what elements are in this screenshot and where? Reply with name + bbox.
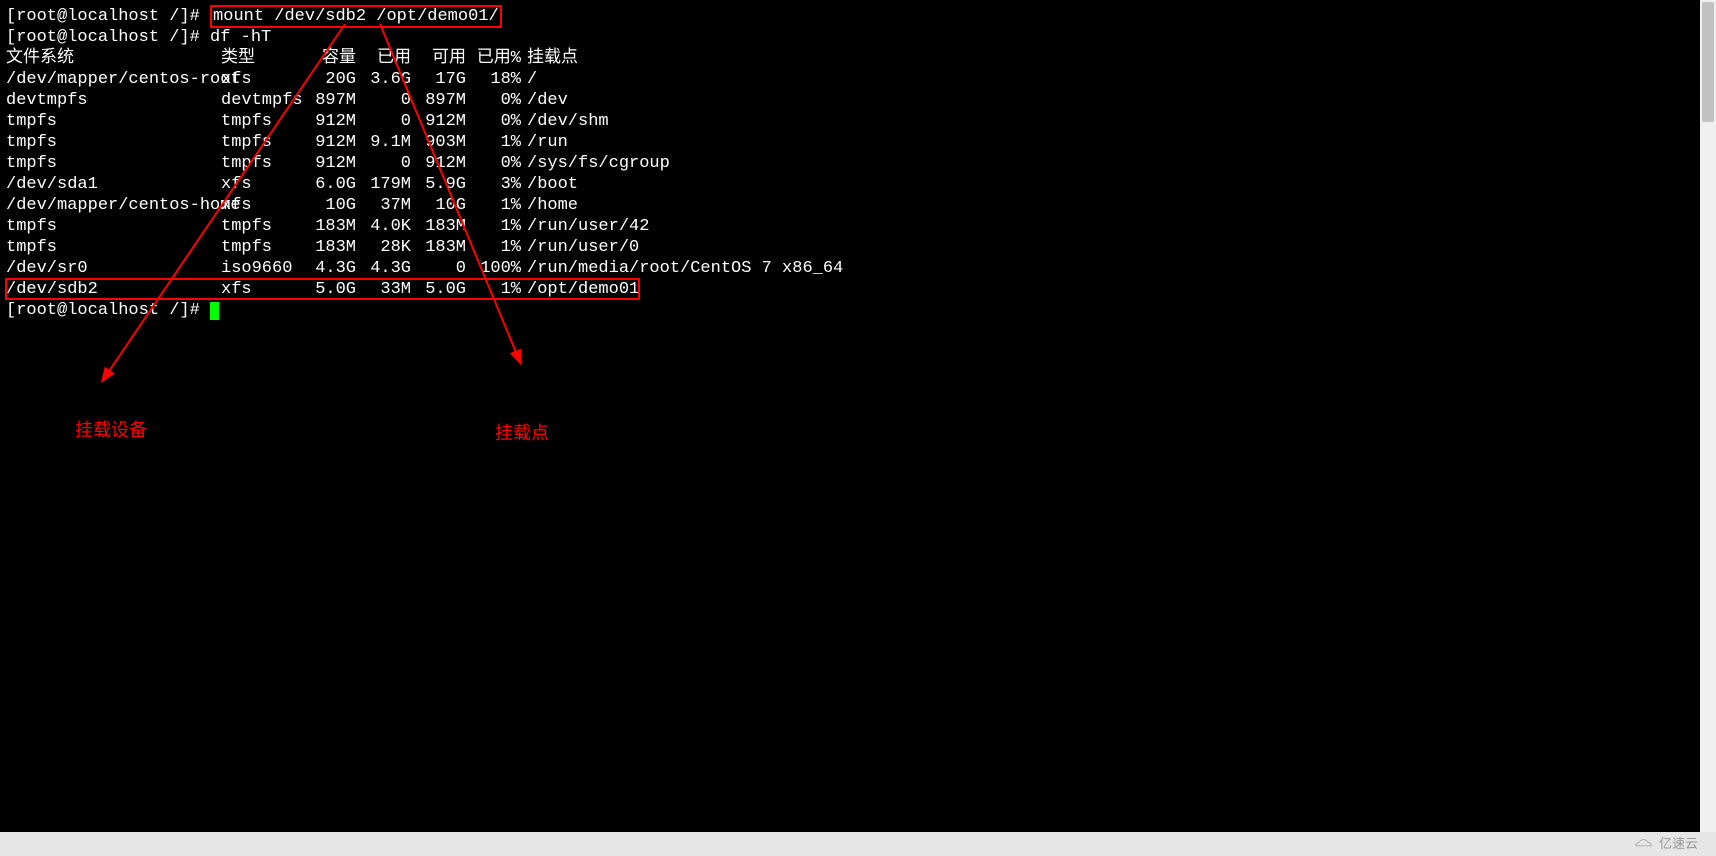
footer-strip: 亿速云	[0, 832, 1716, 856]
prompt-line-mount: [root@localhost /]# mount /dev/sdb2 /opt…	[6, 6, 1710, 27]
terminal-output[interactable]: [root@localhost /]# mount /dev/sdb2 /opt…	[6, 6, 1710, 321]
df-row: devtmpfsdevtmpfs897M0897M0%/dev	[6, 90, 1710, 111]
df-row: tmpfstmpfs183M28K183M1%/run/user/0	[6, 237, 1710, 258]
df-row: tmpfstmpfs912M9.1M903M1%/run	[6, 132, 1710, 153]
df-row: tmpfstmpfs912M0912M0%/sys/fs/cgroup	[6, 153, 1710, 174]
prompt-line-empty[interactable]: [root@localhost /]#	[6, 300, 1710, 321]
df-row: /dev/sr0iso96604.3G4.3G0100%/run/media/r…	[6, 258, 1710, 279]
df-row: tmpfstmpfs912M0912M0%/dev/shm	[6, 111, 1710, 132]
df-row: /dev/mapper/centos-homexfs10G37M10G1%/ho…	[6, 195, 1710, 216]
watermark: 亿速云	[1633, 833, 1698, 854]
highlight-mount-cmd: mount /dev/sdb2 /opt/demo01/	[210, 5, 502, 28]
df-row: /dev/sda1xfs6.0G179M5.9G3%/boot	[6, 174, 1710, 195]
df-row: tmpfstmpfs183M4.0K183M1%/run/user/42	[6, 216, 1710, 237]
prompt-line-df: [root@localhost /]# df -hT	[6, 27, 1710, 48]
label-mount-point: 挂载点	[495, 423, 549, 444]
df-row: /dev/sdb2xfs5.0G33M5.0G1%/opt/demo01	[6, 279, 1710, 300]
df-row: /dev/mapper/centos-rootxfs20G3.6G17G18%/	[6, 69, 1710, 90]
cursor	[210, 302, 219, 320]
label-mount-device: 挂载设备	[75, 420, 147, 441]
scrollbar-thumb[interactable]	[1702, 2, 1714, 122]
scrollbar[interactable]	[1700, 0, 1716, 832]
df-header-row: 文件系统类型容量已用可用已用%挂载点	[6, 48, 1710, 69]
